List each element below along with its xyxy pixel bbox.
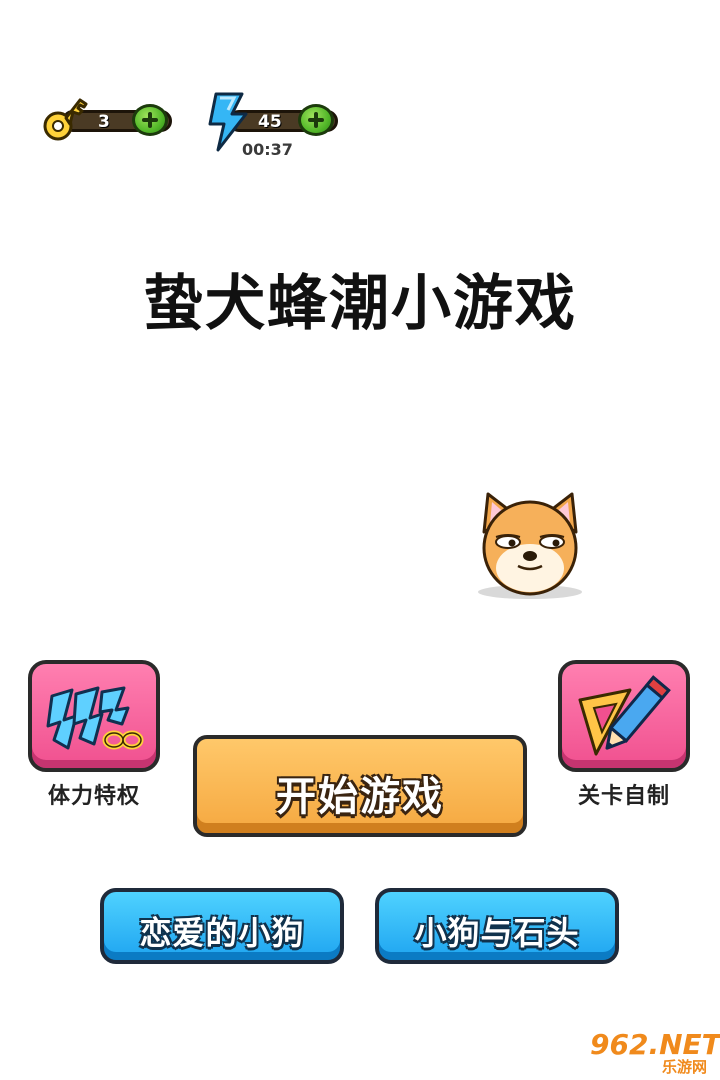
level-editor-button[interactable] [558, 660, 690, 772]
site-watermark: 962.NET 乐游网 [584, 1028, 720, 1076]
love-dog-label: 恋爱的小狗 [139, 914, 305, 952]
shiba-dog-face-icon [478, 492, 582, 599]
title-main: 蛰犬蜂潮 [143, 269, 391, 339]
level-editor-label: 关卡自制 [577, 784, 670, 809]
love-dog-button[interactable]: 恋爱的小狗 [100, 888, 344, 964]
dog-and-stone-button[interactable]: 小狗与石头 [375, 888, 619, 964]
stamina-privilege-label: 体力特权 [47, 784, 140, 809]
dog-and-stone-label: 小狗与石头 [414, 914, 580, 952]
title-sub: 小游戏 [391, 269, 577, 339]
keys-resource: 3 [40, 92, 175, 156]
stamina-privilege-button[interactable] [28, 660, 160, 772]
energy-resource: 45 00:37 [206, 92, 341, 159]
key-icon [43, 98, 88, 141]
infinite-energy-icon [46, 686, 144, 750]
start-game-button[interactable]: 开始游戏 [193, 735, 527, 837]
energy-timer: 00:37 [242, 140, 293, 159]
page-title: 蛰犬蜂潮小游戏 [0, 255, 720, 342]
add-energy-button[interactable] [298, 104, 334, 136]
start-game-label: 开始游戏 [276, 774, 444, 820]
ruler-pencil-icon [578, 675, 671, 756]
keys-count: 3 [98, 112, 110, 132]
watermark-sub: 乐游网 [662, 1058, 708, 1076]
energy-count: 45 [258, 112, 282, 132]
add-keys-button[interactable] [132, 104, 168, 136]
